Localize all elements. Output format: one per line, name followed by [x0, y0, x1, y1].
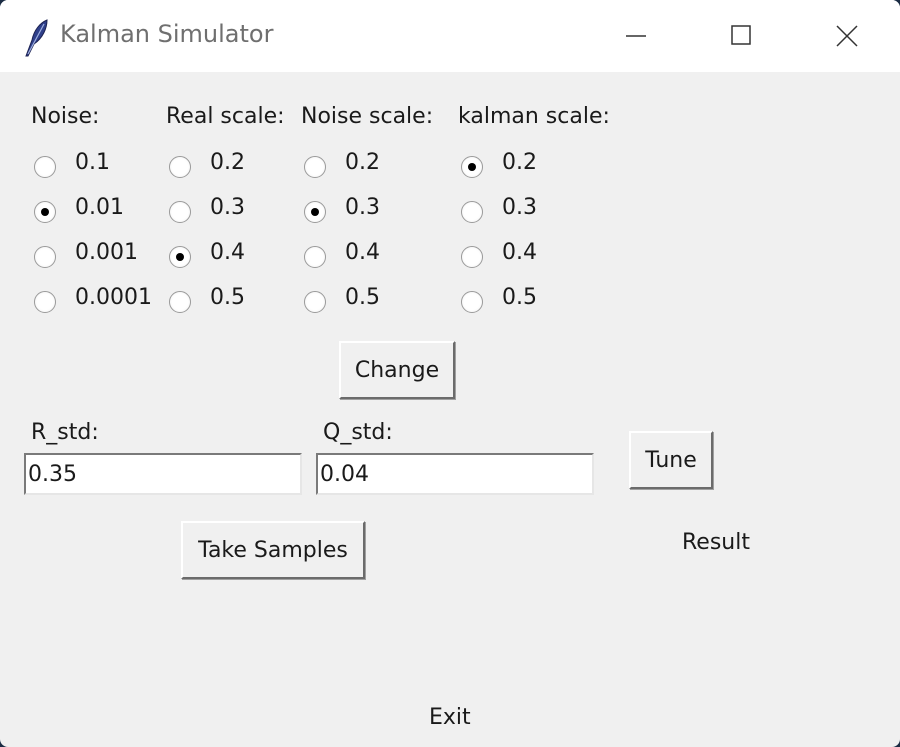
kalman-scale-radio-0[interactable] [461, 156, 483, 178]
real-scale-option-label[interactable]: 0.3 [210, 195, 245, 220]
noise-scale-option-label[interactable]: 0.2 [345, 150, 380, 175]
result-label: Result [682, 530, 750, 555]
q-std-input[interactable] [316, 453, 594, 495]
kalman-scale-radio-2[interactable] [461, 246, 483, 268]
kalman-scale-radio-3[interactable] [461, 291, 483, 313]
kalman-scale-radio-1[interactable] [461, 201, 483, 223]
window-title: Kalman Simulator [60, 20, 274, 48]
real-scale-label: Real scale: [166, 104, 285, 129]
minimize-icon[interactable] [616, 16, 656, 56]
real-scale-radio-3[interactable] [169, 291, 191, 313]
maximize-icon[interactable] [721, 16, 761, 56]
r-std-label: R_std: [31, 420, 99, 445]
noise-scale-radio-2[interactable] [304, 246, 326, 268]
real-scale-radio-1[interactable] [169, 201, 191, 223]
noise-option-label[interactable]: 0.0001 [75, 285, 152, 310]
kalman-scale-label: kalman scale: [458, 104, 610, 129]
take-samples-button[interactable]: Take Samples [181, 521, 365, 579]
noise-scale-option-label[interactable]: 0.4 [345, 240, 380, 265]
real-scale-radio-0[interactable] [169, 156, 191, 178]
noise-option-label[interactable]: 0.01 [75, 195, 124, 220]
kalman-scale-option-label[interactable]: 0.5 [502, 285, 537, 310]
noise-label: Noise: [31, 104, 100, 129]
noise-scale-radio-0[interactable] [304, 156, 326, 178]
noise-scale-label: Noise scale: [301, 104, 434, 129]
app-window: Kalman Simulator Noise: 0.1 0.01 0.001 0.000… [0, 0, 900, 747]
r-std-input[interactable] [24, 453, 302, 495]
close-icon[interactable] [826, 16, 866, 56]
noise-option-label[interactable]: 0.001 [75, 240, 138, 265]
real-scale-radio-2[interactable] [169, 246, 191, 268]
real-scale-option-label[interactable]: 0.2 [210, 150, 245, 175]
kalman-scale-option-label[interactable]: 0.3 [502, 195, 537, 220]
real-scale-option-label[interactable]: 0.4 [210, 240, 245, 265]
noise-radio-0[interactable] [34, 156, 56, 178]
noise-radio-1[interactable] [34, 201, 56, 223]
feather-icon [22, 18, 50, 58]
noise-option-label[interactable]: 0.1 [75, 150, 110, 175]
noise-scale-option-label[interactable]: 0.3 [345, 195, 380, 220]
kalman-scale-option-label[interactable]: 0.4 [502, 240, 537, 265]
kalman-scale-option-label[interactable]: 0.2 [502, 150, 537, 175]
real-scale-option-label[interactable]: 0.5 [210, 285, 245, 310]
noise-scale-radio-1[interactable] [304, 201, 326, 223]
exit-button[interactable]: Exit [429, 705, 471, 730]
noise-scale-radio-3[interactable] [304, 291, 326, 313]
noise-scale-option-label[interactable]: 0.5 [345, 285, 380, 310]
noise-radio-2[interactable] [34, 246, 56, 268]
tune-button[interactable]: Tune [629, 431, 713, 489]
noise-radio-3[interactable] [34, 291, 56, 313]
change-button[interactable]: Change [339, 341, 455, 399]
q-std-label: Q_std: [323, 420, 393, 445]
title-bar: Kalman Simulator [0, 0, 900, 72]
